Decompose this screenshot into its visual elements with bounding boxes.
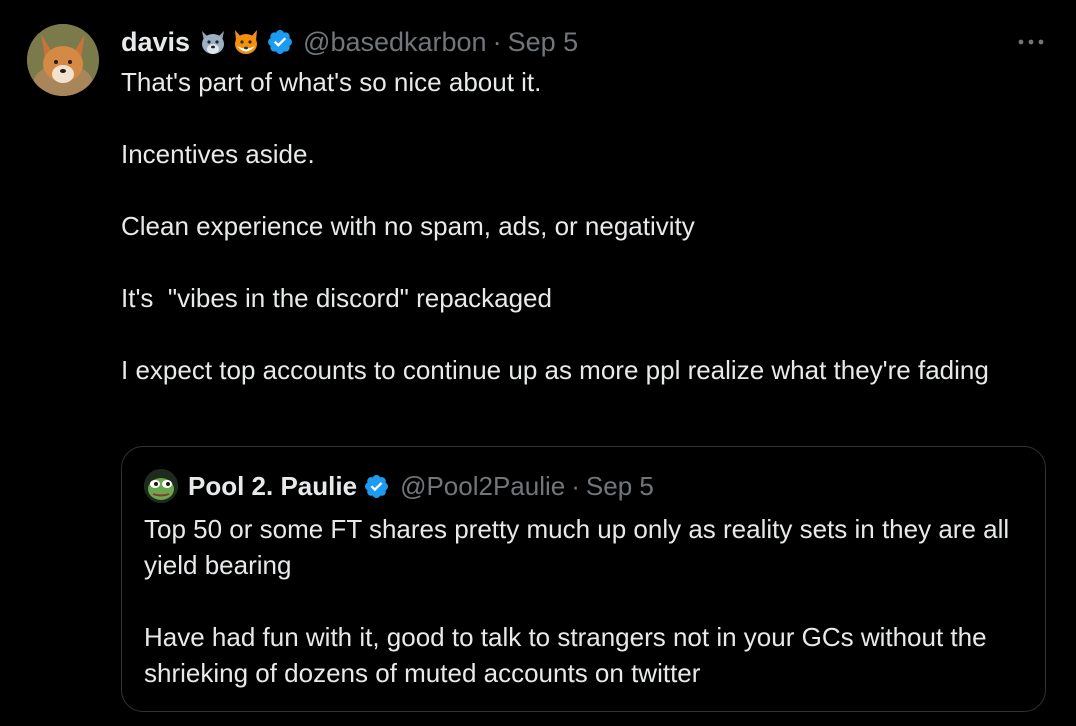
tweet[interactable]: davis @basedkarbon · Sep 5 That's part o… [0, 0, 1076, 726]
quoted-tweet-date[interactable]: Sep 5 [586, 471, 654, 502]
wolf-emoji-icon [198, 27, 228, 57]
tweet-date[interactable]: Sep 5 [508, 27, 579, 58]
tweet-text: That's part of what's so nice about it. … [121, 64, 1021, 388]
tweet-paragraph: I expect top accounts to continue up as … [121, 355, 989, 385]
author-avatar[interactable] [27, 24, 99, 96]
quoted-tweet[interactable]: Pool 2. Paulie @Pool2Paulie · Sep 5 Top … [121, 446, 1046, 712]
more-icon [1018, 39, 1044, 45]
quoted-verified-badge-icon[interactable] [363, 473, 390, 500]
fox-photo-icon [27, 24, 99, 96]
more-options-button[interactable] [1016, 31, 1046, 53]
pepe-avatar-icon [144, 469, 178, 503]
header-separator: · [492, 26, 502, 57]
quoted-author-handle[interactable]: @Pool2Paulie [400, 471, 565, 502]
quoted-author-avatar[interactable] [144, 469, 178, 503]
fox-emoji-icon [231, 27, 261, 57]
quoted-tweet-text: Top 50 or some FT shares pretty much up … [144, 511, 1024, 691]
quoted-header-separator: · [571, 470, 580, 501]
tweet-header: davis @basedkarbon · Sep 5 [121, 24, 578, 60]
verified-badge-icon[interactable] [266, 28, 294, 56]
quoted-paragraph: Top 50 or some FT shares pretty much up … [144, 514, 1010, 580]
tweet-paragraph: Clean experience with no spam, ads, or n… [121, 211, 695, 241]
tweet-paragraph: That's part of what's so nice about it. [121, 67, 542, 97]
tweet-paragraph: It's "vibes in the discord" repackaged [121, 283, 552, 313]
quoted-author-display-name[interactable]: Pool 2. Paulie [188, 471, 357, 502]
quoted-paragraph: Have had fun with it, good to talk to st… [144, 622, 987, 688]
author-handle[interactable]: @basedkarbon [303, 27, 487, 58]
quoted-tweet-header: Pool 2. Paulie @Pool2Paulie · Sep 5 [144, 468, 654, 504]
tweet-paragraph: Incentives aside. [121, 139, 315, 169]
author-display-name[interactable]: davis [121, 27, 190, 58]
